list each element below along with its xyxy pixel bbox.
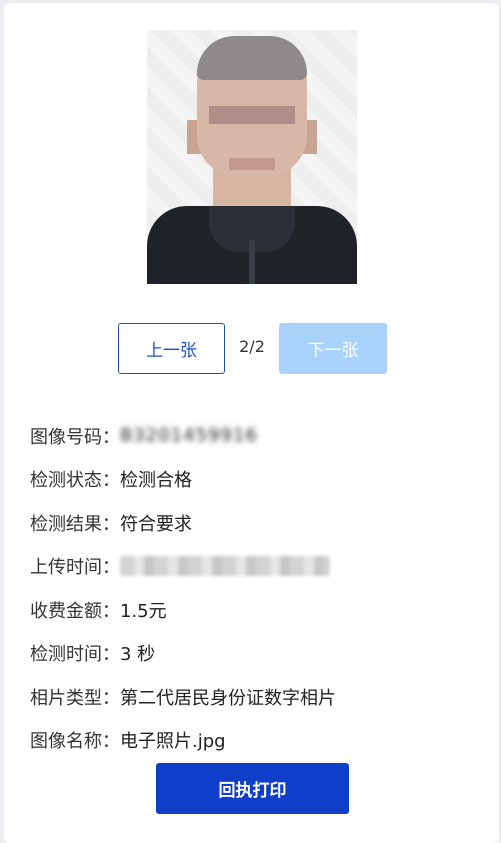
image-name-label: 图像名称：: [30, 731, 120, 753]
fee-value: 1.5元: [120, 600, 167, 622]
detail-row-duration: 检测时间： 3 秒: [30, 632, 490, 676]
print-receipt-button[interactable]: 回执打印: [156, 763, 349, 814]
detail-row-fee: 收费金额： 1.5元: [30, 588, 490, 632]
page-counter: 2/2: [239, 337, 265, 356]
photo-eyes: [209, 106, 295, 124]
photo-type-label: 相片类型：: [30, 687, 120, 709]
detail-list: 图像号码： B3201459916 检测状态： 检测合格 检测结果： 符合要求 …: [30, 414, 490, 762]
detail-row-image-name: 图像名称： 电子照片.jpg: [30, 719, 490, 763]
fee-label: 收费金额：: [30, 600, 120, 622]
status-value: 检测合格: [120, 470, 192, 492]
detail-row-result: 检测结果： 符合要求: [30, 501, 490, 545]
prev-photo-button[interactable]: 上一张: [118, 323, 225, 374]
detail-row-image-number: 图像号码： B3201459916: [30, 414, 490, 458]
result-label: 检测结果：: [30, 513, 120, 535]
photo-hair: [197, 36, 307, 80]
status-label: 检测状态：: [30, 470, 120, 492]
next-photo-button[interactable]: 下一张: [279, 323, 387, 374]
duration-value: 3 秒: [120, 644, 156, 666]
detail-row-status: 检测状态： 检测合格: [30, 458, 490, 502]
image-number-label: 图像号码：: [30, 426, 120, 448]
photo-type-value: 第二代居民身份证数字相片: [120, 687, 336, 709]
photo-mouth: [229, 158, 275, 170]
id-photo-image: [147, 30, 357, 284]
duration-label: 检测时间：: [30, 644, 120, 666]
detail-row-upload-time: 上传时间：: [30, 545, 490, 589]
image-name-value: 电子照片.jpg: [120, 731, 226, 753]
result-value: 符合要求: [120, 513, 192, 535]
image-number-value: B3201459916: [120, 425, 258, 447]
upload-time-value-redacted: [120, 556, 330, 577]
detail-row-photo-type: 相片类型： 第二代居民身份证数字相片: [30, 675, 490, 719]
photo-zipper: [249, 240, 255, 284]
upload-time-label: 上传时间：: [30, 557, 120, 579]
